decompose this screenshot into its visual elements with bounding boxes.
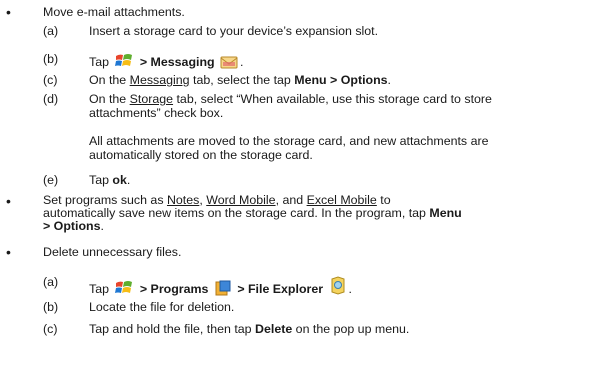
envelope-icon — [220, 54, 238, 74]
step-label: (b) — [43, 52, 59, 66]
step-label: (a) — [43, 275, 59, 289]
step-label: (e) — [43, 173, 59, 187]
step-insert-card: Insert a storage card to your device’s e… — [89, 24, 379, 38]
step-label: (d) — [43, 92, 59, 106]
bullet-delete-files: Delete unnecessary files. — [43, 245, 182, 259]
step-label: (c) — [43, 73, 58, 87]
step-open-file-explorer: Tap > Programs > File Explorer . — [89, 275, 352, 301]
step-storage-tab: On the Storage tab, select “When availab… — [89, 92, 492, 106]
windows-start-icon — [114, 279, 134, 301]
bullet-dot: • — [6, 4, 11, 20]
step-bold: > Messaging — [139, 55, 215, 69]
word-mobile-link[interactable]: Word Mobile — [206, 193, 275, 207]
step-open-options: On the Messaging tab, select the tap Men… — [89, 73, 391, 87]
step-label: (b) — [43, 300, 59, 314]
step-tap-ok: Tap ok. — [89, 173, 131, 187]
note-line: automatically stored on the storage card… — [89, 148, 313, 162]
step-locate-file: Locate the file for deletion. — [89, 300, 235, 314]
step-label: (a) — [43, 24, 59, 38]
step-storage-tab-cont: attachments” check box. — [89, 106, 224, 120]
bullet-set-programs: Set programs such as Notes, Word Mobile,… — [43, 193, 462, 233]
file-explorer-icon — [329, 275, 347, 299]
step-text: Tap — [89, 55, 113, 69]
step-tap-messaging: Tap > Messaging . — [89, 52, 244, 74]
programs-folder-icon — [214, 279, 232, 301]
bullet-dot: • — [6, 244, 11, 260]
step-label: (c) — [43, 322, 58, 336]
messaging-tab-link[interactable]: Messaging — [130, 73, 190, 87]
excel-mobile-link[interactable]: Excel Mobile — [307, 193, 377, 207]
bullet-dot: • — [6, 193, 11, 209]
windows-start-icon — [114, 52, 134, 74]
bullet-move-attachments: Move e-mail attachments. — [43, 5, 185, 19]
notes-link[interactable]: Notes — [167, 193, 199, 207]
storage-tab-link[interactable]: Storage — [130, 92, 173, 106]
note-line: All attachments are moved to the storage… — [89, 134, 489, 148]
step-delete-file: Tap and hold the file, then tap Delete o… — [89, 322, 410, 336]
